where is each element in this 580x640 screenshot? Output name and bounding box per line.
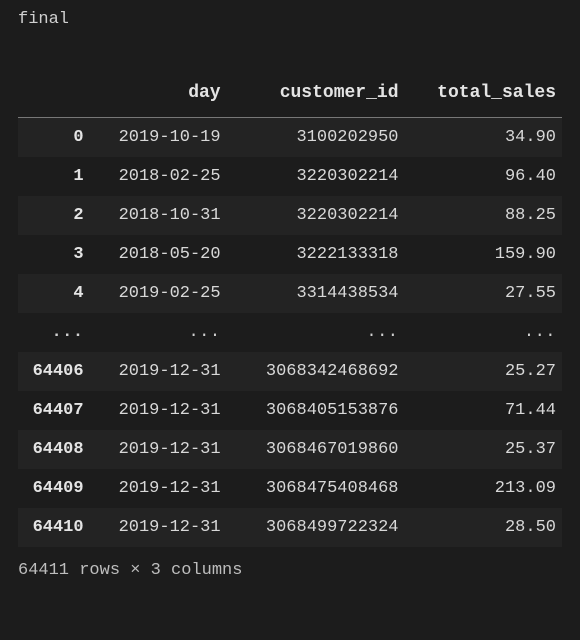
table-row: 3 2018-05-20 3222133318 159.90 xyxy=(18,235,562,274)
cell-ellipsis: ... xyxy=(227,313,405,352)
row-index: 64406 xyxy=(18,352,90,391)
dataframe-shape: 64411 rows × 3 columns xyxy=(18,561,562,580)
row-index-ellipsis: ... xyxy=(18,313,90,352)
table-row: 64410 2019-12-31 3068499722324 28.50 xyxy=(18,508,562,547)
cell-total-sales: 213.09 xyxy=(405,469,562,508)
row-index: 3 xyxy=(18,235,90,274)
table-row: 4 2019-02-25 3314438534 27.55 xyxy=(18,274,562,313)
table-row: 64409 2019-12-31 3068475408468 213.09 xyxy=(18,469,562,508)
table-row: 1 2018-02-25 3220302214 96.40 xyxy=(18,157,562,196)
column-header-total-sales: total_sales xyxy=(405,73,562,118)
row-index: 64407 xyxy=(18,391,90,430)
table-row: 64408 2019-12-31 3068467019860 25.37 xyxy=(18,430,562,469)
cell-customer-id: 3222133318 xyxy=(227,235,405,274)
cell-total-sales: 88.25 xyxy=(405,196,562,235)
cell-day: 2019-12-31 xyxy=(90,469,227,508)
cell-customer-id: 3100202950 xyxy=(227,118,405,158)
cell-day: 2018-10-31 xyxy=(90,196,227,235)
cell-customer-id: 3220302214 xyxy=(227,196,405,235)
notebook-output: final day customer_id total_sales 0 2019… xyxy=(0,0,580,594)
cell-day: 2018-02-25 xyxy=(90,157,227,196)
cell-ellipsis: ... xyxy=(90,313,227,352)
cell-day: 2018-05-20 xyxy=(90,235,227,274)
table-header-row: day customer_id total_sales xyxy=(18,73,562,118)
table-row: 64407 2019-12-31 3068405153876 71.44 xyxy=(18,391,562,430)
cell-total-sales: 71.44 xyxy=(405,391,562,430)
table-row: 0 2019-10-19 3100202950 34.90 xyxy=(18,118,562,158)
cell-total-sales: 27.55 xyxy=(405,274,562,313)
row-index: 1 xyxy=(18,157,90,196)
row-index: 0 xyxy=(18,118,90,158)
index-column-header xyxy=(18,73,90,118)
cell-customer-id: 3314438534 xyxy=(227,274,405,313)
cell-day: 2019-12-31 xyxy=(90,391,227,430)
cell-day: 2019-10-19 xyxy=(90,118,227,158)
cell-total-sales: 25.27 xyxy=(405,352,562,391)
cell-total-sales: 28.50 xyxy=(405,508,562,547)
row-index: 64408 xyxy=(18,430,90,469)
cell-total-sales: 159.90 xyxy=(405,235,562,274)
cell-customer-id: 3068405153876 xyxy=(227,391,405,430)
row-index: 64409 xyxy=(18,469,90,508)
table-ellipsis-row: ... ... ... ... xyxy=(18,313,562,352)
cell-day: 2019-12-31 xyxy=(90,430,227,469)
row-index: 64410 xyxy=(18,508,90,547)
column-header-day: day xyxy=(90,73,227,118)
cell-customer-id: 3068475408468 xyxy=(227,469,405,508)
row-index: 4 xyxy=(18,274,90,313)
cell-customer-id: 3068342468692 xyxy=(227,352,405,391)
cell-customer-id: 3068499722324 xyxy=(227,508,405,547)
table-row: 64406 2019-12-31 3068342468692 25.27 xyxy=(18,352,562,391)
cell-total-sales: 25.37 xyxy=(405,430,562,469)
cell-ellipsis: ... xyxy=(405,313,562,352)
cell-day: 2019-12-31 xyxy=(90,508,227,547)
column-header-customer-id: customer_id xyxy=(227,73,405,118)
cell-day: 2019-12-31 xyxy=(90,352,227,391)
table-row: 2 2018-10-31 3220302214 88.25 xyxy=(18,196,562,235)
cell-customer-id: 3220302214 xyxy=(227,157,405,196)
dataframe-table: day customer_id total_sales 0 2019-10-19… xyxy=(18,73,562,547)
row-index: 2 xyxy=(18,196,90,235)
cell-day: 2019-02-25 xyxy=(90,274,227,313)
cell-total-sales: 96.40 xyxy=(405,157,562,196)
cell-total-sales: 34.90 xyxy=(405,118,562,158)
cell-customer-id: 3068467019860 xyxy=(227,430,405,469)
cell-input-label: final xyxy=(18,10,562,29)
